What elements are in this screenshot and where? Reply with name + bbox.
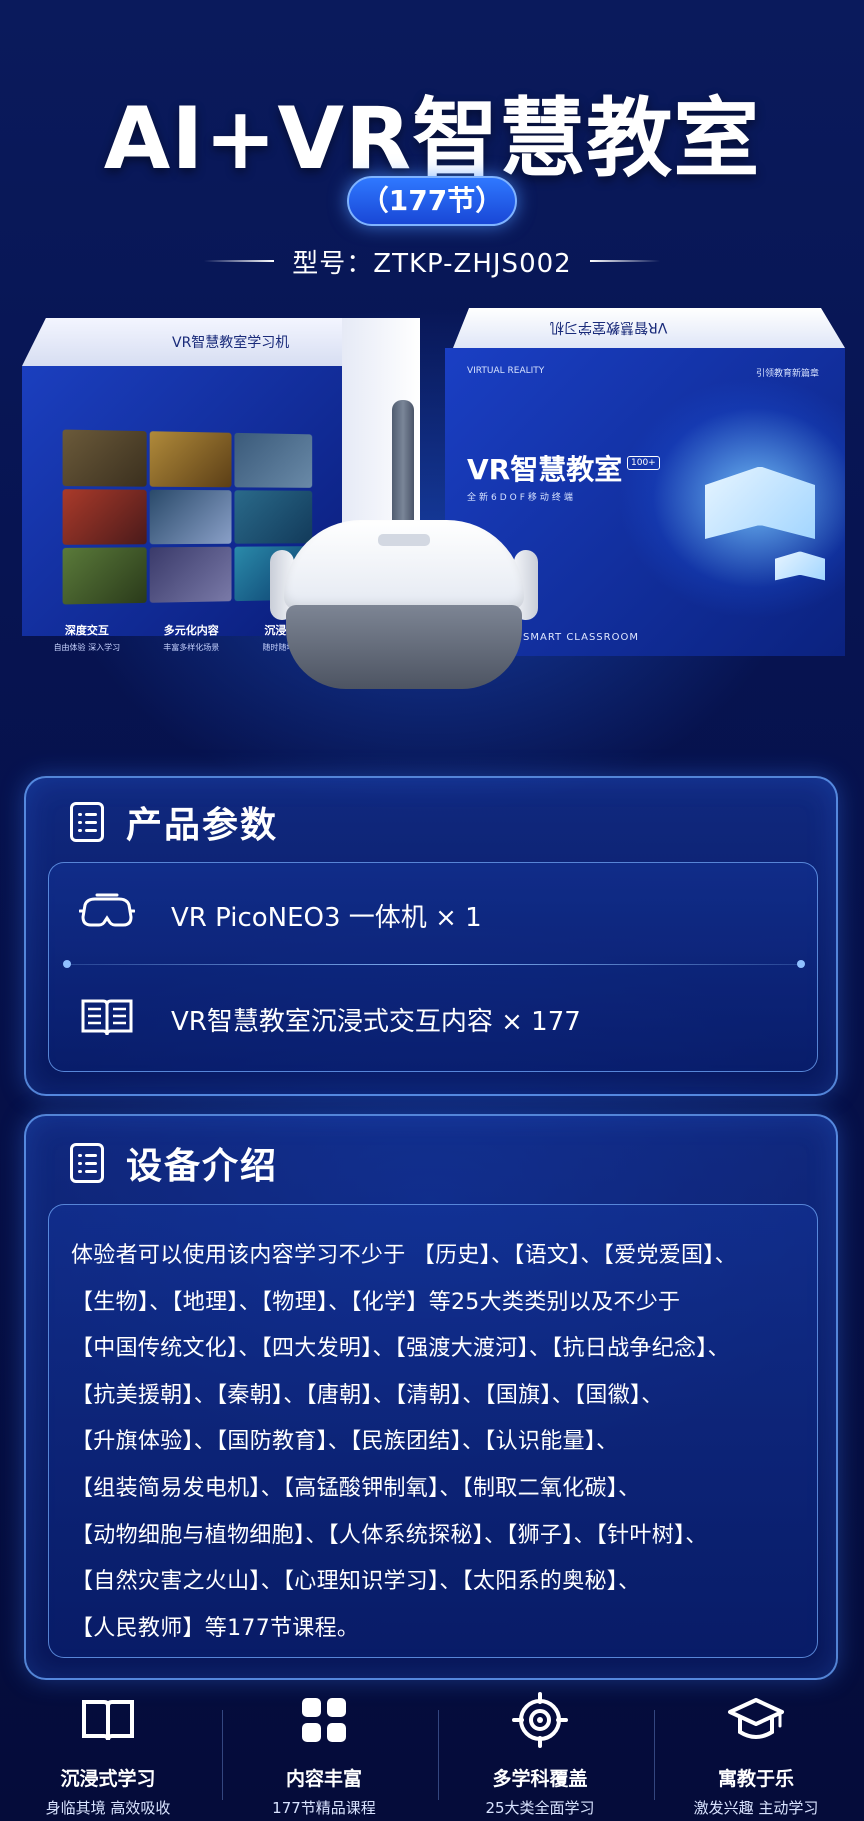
page-title: AI+VR智慧教室	[103, 89, 761, 189]
box-left-top-text: VR智慧教室学习机	[172, 335, 290, 351]
params-list: VR PicoNEO3 一体机 × 1 VR智慧教室沉浸式交互内容 × 177	[48, 862, 818, 1072]
smart-classroom-label: SMART CLASSROOM	[523, 632, 639, 643]
headset-visor-bottom	[286, 605, 522, 689]
intro-header: 设备介绍	[70, 1140, 279, 1187]
screen-thumb	[150, 547, 232, 603]
intro-title: 设备介绍	[126, 1146, 279, 1187]
box-feature: 深度交互 自由体验 深入学习	[54, 622, 121, 653]
intro-body: 体验者可以使用该内容学习不少于 【历史】、【语文】、【爱党爱国】、 【生物】、【…	[48, 1204, 818, 1658]
screen-thumb	[62, 488, 147, 546]
feature-sub: 25大类全面学习	[485, 1799, 595, 1817]
intro-description: 体验者可以使用该内容学习不少于 【历史】、【语文】、【爱党爱国】、 【生物】、【…	[71, 1233, 803, 1652]
intro-line: 【自然灾害之火山】、【心理知识学习】、【太阳系的奥秘】、	[71, 1569, 641, 1595]
box-feature: 多元化内容 丰富多样化场景	[163, 622, 219, 653]
headset-sensor-slot	[378, 534, 430, 546]
intro-line: 【组装简易发电机】、【高锰酸钾制氧】、【制取二氧化碳】、	[71, 1475, 641, 1501]
model-row: 型号：ZTKP-ZHJS002	[0, 243, 864, 279]
lesson-count-pill: （177节）	[347, 176, 517, 226]
box-badge: 100+	[627, 456, 660, 470]
screen-thumb	[62, 429, 147, 487]
virtual-reality-tag: VIRTUAL REALITY	[467, 366, 545, 376]
box-feature-sub: 丰富多样化场景	[163, 643, 220, 652]
headset-strap	[392, 400, 414, 535]
feature-content: 内容丰富 177节精品课程	[222, 1690, 422, 1817]
list-item: VR PicoNEO3 一体机 × 1	[49, 863, 819, 963]
box-feature-title: 多元化内容	[163, 624, 219, 637]
screen-thumb	[62, 547, 147, 605]
grid-icon	[302, 1698, 346, 1742]
vr-headset-image	[270, 400, 538, 700]
feature-separator	[438, 1710, 439, 1800]
list-item: VR智慧教室沉浸式交互内容 × 177	[49, 967, 819, 1067]
glowing-book-icon	[705, 467, 815, 539]
screen-thumb	[150, 431, 232, 487]
intro-line: 【升旗体验】、【国防教育】、【民族团结】、【认识能量】、	[71, 1429, 619, 1455]
box-feature-sub: 自由体验 深入学习	[53, 643, 121, 652]
feature-title: 多学科覆盖	[492, 1768, 588, 1790]
model-divider-right	[589, 260, 660, 262]
params-panel: 产品参数 VR PicoNEO3 一体机 × 1 VR智慧教室沉浸式交互内容 ×…	[24, 776, 838, 1096]
feature-title: 沉浸式学习	[60, 1768, 156, 1790]
params-header: 产品参数	[70, 799, 279, 846]
feature-title: 内容丰富	[285, 1768, 362, 1790]
intro-line: 体验者可以使用该内容学习不少于 【历史】、【语文】、【爱党爱国】、	[71, 1243, 737, 1268]
feature-separator	[654, 1710, 655, 1800]
feature-sub: 激发兴趣 主动学习	[693, 1799, 819, 1817]
param-text: VR智慧教室沉浸式交互内容 × 177	[171, 1007, 581, 1037]
intro-line: 【动物细胞与植物细胞】、【人体系统探秘】、【狮子】、【针叶树】、	[71, 1522, 708, 1548]
feature-multidiscipline: 多学科覆盖 25大类全面学习	[438, 1690, 638, 1817]
feature-immersive: 沉浸式学习 身临其境 高效吸收	[10, 1690, 206, 1817]
model-divider-left	[204, 260, 275, 262]
feature-title: 寓教于乐	[717, 1768, 794, 1790]
screen-thumb	[150, 489, 232, 545]
vr-headset-icon	[79, 893, 135, 927]
feature-bar: 沉浸式学习 身临其境 高效吸收 内容丰富 177节精品课程 多学科覆盖 25大类…	[0, 1690, 864, 1817]
intro-line: 【人民教师】等177节课程。	[71, 1615, 360, 1641]
params-title: 产品参数	[126, 805, 279, 846]
param-text: VR PicoNEO3 一体机 × 1	[171, 903, 482, 933]
feature-sub: 177节精品课程	[272, 1799, 376, 1817]
document-icon	[70, 802, 104, 842]
feature-sub: 身临其境 高效吸收	[45, 1799, 171, 1817]
divider	[67, 964, 801, 965]
graduation-cap-icon	[728, 1698, 784, 1739]
book-icon	[81, 999, 133, 1036]
intro-line: 【生物】、【地理】、【物理】、【化学】等25大类类别以及不少于	[71, 1289, 681, 1315]
intro-line: 【中国传统文化】、【四大发明】、【强渡大渡河】、【抗日战争纪念】、	[71, 1336, 730, 1362]
intro-panel: 设备介绍 体验者可以使用该内容学习不少于 【历史】、【语文】、【爱党爱国】、 【…	[24, 1114, 838, 1680]
feature-separator	[222, 1710, 223, 1800]
target-icon	[512, 1692, 568, 1748]
document-icon	[70, 1143, 104, 1183]
intro-line: 【抗美援朝】、【秦朝】、【唐朝】、【清朝】、【国旗】、【国徽】、	[71, 1382, 664, 1408]
open-book-icon	[82, 1700, 134, 1741]
feature-edutainment: 寓教于乐 激发兴趣 主动学习	[654, 1690, 854, 1817]
model-number: 型号：ZTKP-ZHJS002	[292, 248, 572, 279]
box-feature-title: 深度交互	[64, 624, 109, 637]
box-right-top: VR智慧教室学习机	[453, 308, 845, 348]
small-book-icon	[775, 551, 825, 581]
box-right-top-text: VR智慧教室学习机	[550, 319, 668, 335]
lead-tag: 引领教育新篇章	[755, 369, 819, 379]
